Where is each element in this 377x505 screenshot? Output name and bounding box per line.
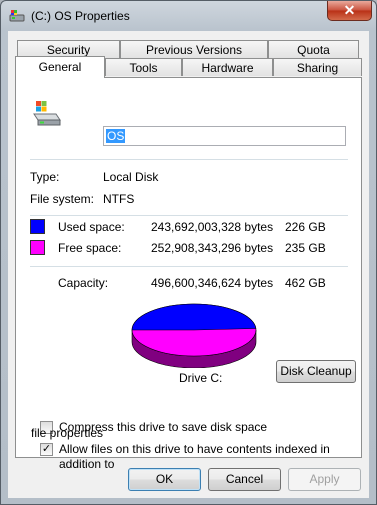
ok-label: OK <box>155 472 174 486</box>
drive-icon <box>9 10 25 22</box>
free-space-label: Free space: <box>58 241 122 255</box>
divider <box>30 159 348 160</box>
file-system-value: NTFS <box>103 192 135 206</box>
used-space-swatch <box>30 219 45 234</box>
free-space-swatch <box>30 240 45 255</box>
close-icon: ✕ <box>343 2 356 18</box>
free-space-gb: 235 GB <box>285 241 326 255</box>
properties-window: (C:) OS Properties ✕ Security Previous V… <box>0 0 377 505</box>
drive-label: Drive C: <box>179 371 223 385</box>
index-checkbox[interactable]: ✓ <box>40 443 53 456</box>
title-bar[interactable]: (C:) OS Properties ✕ <box>1 1 376 31</box>
window-title: (C:) OS Properties <box>31 9 130 23</box>
hard-drive-icon <box>33 101 61 126</box>
checkmark-icon: ✓ <box>41 443 52 455</box>
index-label-line1[interactable]: Allow files on this drive to have conten… <box>59 442 361 472</box>
disk-cleanup-button[interactable]: Disk Cleanup <box>276 360 356 383</box>
capacity-label: Capacity: <box>58 276 109 290</box>
divider <box>30 215 348 216</box>
capacity-bytes: 496,600,346,624 bytes <box>151 276 274 290</box>
index-label-line2[interactable]: file properties <box>31 426 103 441</box>
tab-quota[interactable]: Quota <box>268 40 359 58</box>
used-space-bytes: 243,692,003,328 bytes <box>151 220 274 234</box>
general-panel: OS Type: Local Disk File system: NTFS Us… <box>15 77 362 471</box>
disk-cleanup-label: Disk Cleanup <box>280 364 352 378</box>
cancel-label: Cancel <box>225 472 264 486</box>
disk-usage-pie <box>131 303 257 368</box>
tab-previous-versions[interactable]: Previous Versions <box>120 40 268 58</box>
used-space-label: Used space: <box>58 220 125 234</box>
free-space-bytes: 252,908,343,296 bytes <box>151 241 274 255</box>
capacity-gb: 462 GB <box>285 276 326 290</box>
used-space-gb: 226 GB <box>285 220 326 234</box>
drive-name-input[interactable]: OS <box>103 126 346 146</box>
pie-used-slice <box>131 303 257 331</box>
divider <box>30 266 348 267</box>
apply-label: Apply <box>309 472 340 486</box>
close-button[interactable]: ✕ <box>327 1 372 21</box>
tab-sharing[interactable]: Sharing <box>273 58 362 76</box>
type-label: Type: <box>30 170 60 184</box>
dialog-client: Security Previous Versions Quota General… <box>8 31 369 498</box>
type-value: Local Disk <box>103 170 159 184</box>
tab-general[interactable]: General <box>15 56 105 78</box>
file-system-label: File system: <box>30 192 95 206</box>
drive-name-value: OS <box>106 129 126 143</box>
tab-hardware[interactable]: Hardware <box>182 58 273 76</box>
tab-tools[interactable]: Tools <box>105 58 182 76</box>
